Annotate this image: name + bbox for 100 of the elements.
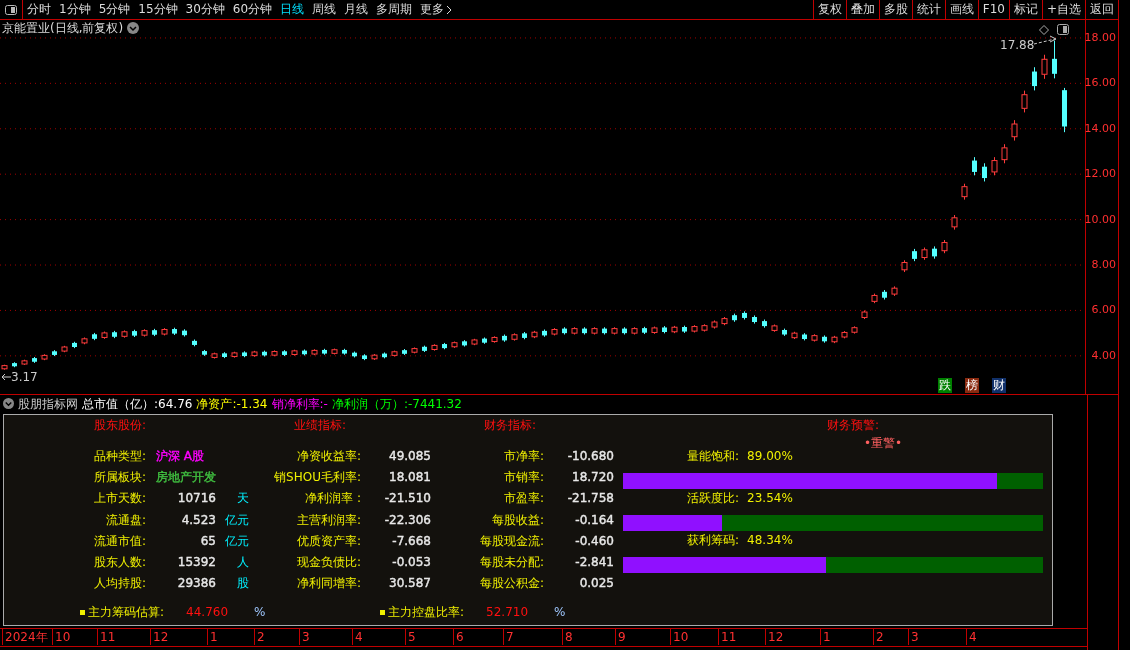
section-heading: 股东股份: <box>93 418 146 432</box>
summary-value: 52.710 <box>486 605 529 620</box>
high-price-label: 17.88 <box>1000 38 1035 52</box>
section-heading: 财务指标: <box>483 418 537 432</box>
period-tab[interactable]: 15分钟 <box>134 0 182 19</box>
date-tick: 4 <box>352 629 363 645</box>
field-value: 65 <box>200 533 216 548</box>
date-tick: 12 <box>150 629 169 645</box>
field-value: -10.680 <box>567 448 614 463</box>
date-tick: 2 <box>873 629 884 645</box>
field-value: 15392 <box>177 555 216 570</box>
date-tick: 2 <box>254 629 265 645</box>
period-tab[interactable]: 1分钟 <box>55 0 95 19</box>
field-label: 市净率: <box>503 448 544 463</box>
arrow-icon <box>1033 35 1057 45</box>
field-label: 品种类型: <box>93 448 146 463</box>
panel-toggle-icon[interactable] <box>1057 24 1069 35</box>
field-label: 所属板块: <box>93 469 146 484</box>
field-value: -21.758 <box>567 491 614 506</box>
field-label: 流通市值: <box>93 533 146 548</box>
field-value: 沪深 A股 <box>156 448 205 463</box>
date-tick: 12 <box>765 629 784 645</box>
candlestick <box>972 156 977 176</box>
date-tick: 11 <box>718 629 737 645</box>
unit-label: 天 <box>237 491 249 506</box>
chart-title: 京能置业(日线,前复权) <box>2 21 124 35</box>
dropdown-icon[interactable] <box>127 22 140 34</box>
meter-reading: 48.34% <box>747 532 793 549</box>
chevron-right-icon <box>446 4 453 15</box>
meter-label: 获利筹码: <box>687 532 740 549</box>
indicator-value: 净资产:-1.34 <box>196 396 268 411</box>
period-tab[interactable]: 月线 <box>340 0 373 19</box>
candlestick <box>1011 119 1018 142</box>
field-label: 现金负债比: <box>296 555 361 570</box>
period-tab[interactable]: 30分钟 <box>181 0 229 19</box>
info-tag[interactable]: 财 <box>992 378 1006 393</box>
warning-label: •重警• <box>863 435 903 451</box>
field-label: 优质资产率: <box>296 533 361 548</box>
field-value: -22.306 <box>384 512 431 527</box>
period-tab[interactable]: 周线 <box>308 0 341 19</box>
date-tick: 9 <box>615 629 626 645</box>
info-tag[interactable]: 榜 <box>965 378 979 393</box>
field-label: 上市天数: <box>93 491 146 506</box>
candlestick <box>1021 90 1028 113</box>
field-value: 10716 <box>177 491 216 506</box>
field-value: 0.025 <box>579 576 614 591</box>
indicator-value: 销净利率:- <box>271 396 328 411</box>
price-tick: 8.00 <box>1091 258 1116 271</box>
meter-label: 活跃度比: <box>687 490 740 507</box>
field-value: -0.460 <box>575 533 614 548</box>
field-label: 每股收益: <box>491 512 544 527</box>
field-value: -0.164 <box>575 512 614 527</box>
period-tab[interactable]: 多周期 <box>372 0 417 19</box>
date-tick: 4 <box>966 629 977 645</box>
section-heading: 财务预警: <box>826 417 879 434</box>
section-heading: 业绩指标: <box>293 418 347 432</box>
field-label: 市销率: <box>503 469 544 484</box>
candlestick <box>982 162 987 182</box>
date-tick: 7 <box>503 629 514 645</box>
field-label: 净利润率 : <box>305 491 361 506</box>
field-value: 18.081 <box>389 469 431 484</box>
field-label: 流通盘: <box>105 512 146 527</box>
field-value: -2.841 <box>575 555 614 570</box>
date-tick: 10 <box>52 629 71 645</box>
candlestick <box>1001 143 1008 164</box>
diamond-icon[interactable] <box>1039 25 1049 35</box>
candlestick <box>1032 66 1037 91</box>
field-label: 股东人数: <box>93 555 146 570</box>
date-tick: 3 <box>908 629 919 645</box>
field-value: 18.720 <box>572 469 614 484</box>
field-value: 29386 <box>177 576 216 591</box>
more-menu[interactable]: 更多 <box>416 0 457 19</box>
field-label: 净资收益率: <box>296 448 361 463</box>
field-label: 市盈率: <box>503 491 544 506</box>
bullet-icon <box>380 609 385 615</box>
date-tick: 11 <box>97 629 116 645</box>
period-tab[interactable]: 日线 <box>276 0 309 19</box>
date-tick: 3 <box>299 629 310 645</box>
date-tick: 8 <box>562 629 573 645</box>
indicator-value: 净利润（万）:-7441.32 <box>331 396 462 411</box>
low-price-label: 3.17 <box>11 370 38 384</box>
period-tab[interactable]: 60分钟 <box>228 0 277 19</box>
period-tab[interactable]: 分时 <box>23 0 55 19</box>
field-value: 30.587 <box>389 576 431 591</box>
unit-label: 亿元 <box>225 533 249 548</box>
date-tick: 1 <box>820 629 831 645</box>
bullet-icon <box>80 609 85 615</box>
field-value: 49.085 <box>389 448 431 463</box>
indicator-value: 总市值（亿）:64.76 <box>82 396 193 411</box>
unit-label: % <box>254 605 266 620</box>
date-tick: 1 <box>207 629 218 645</box>
meter-label: 量能饱和: <box>687 448 740 465</box>
summary-label: 主力筹码估算: <box>88 605 165 620</box>
panel-toggle-icon[interactable] <box>5 4 17 15</box>
meter-reading: 89.00% <box>747 448 793 465</box>
unit-label: % <box>554 605 566 620</box>
price-tick: 4.00 <box>1091 348 1116 362</box>
period-tab[interactable]: 5分钟 <box>94 0 135 19</box>
dropdown-icon[interactable] <box>3 398 14 409</box>
info-tag[interactable]: 跌 <box>938 378 952 393</box>
